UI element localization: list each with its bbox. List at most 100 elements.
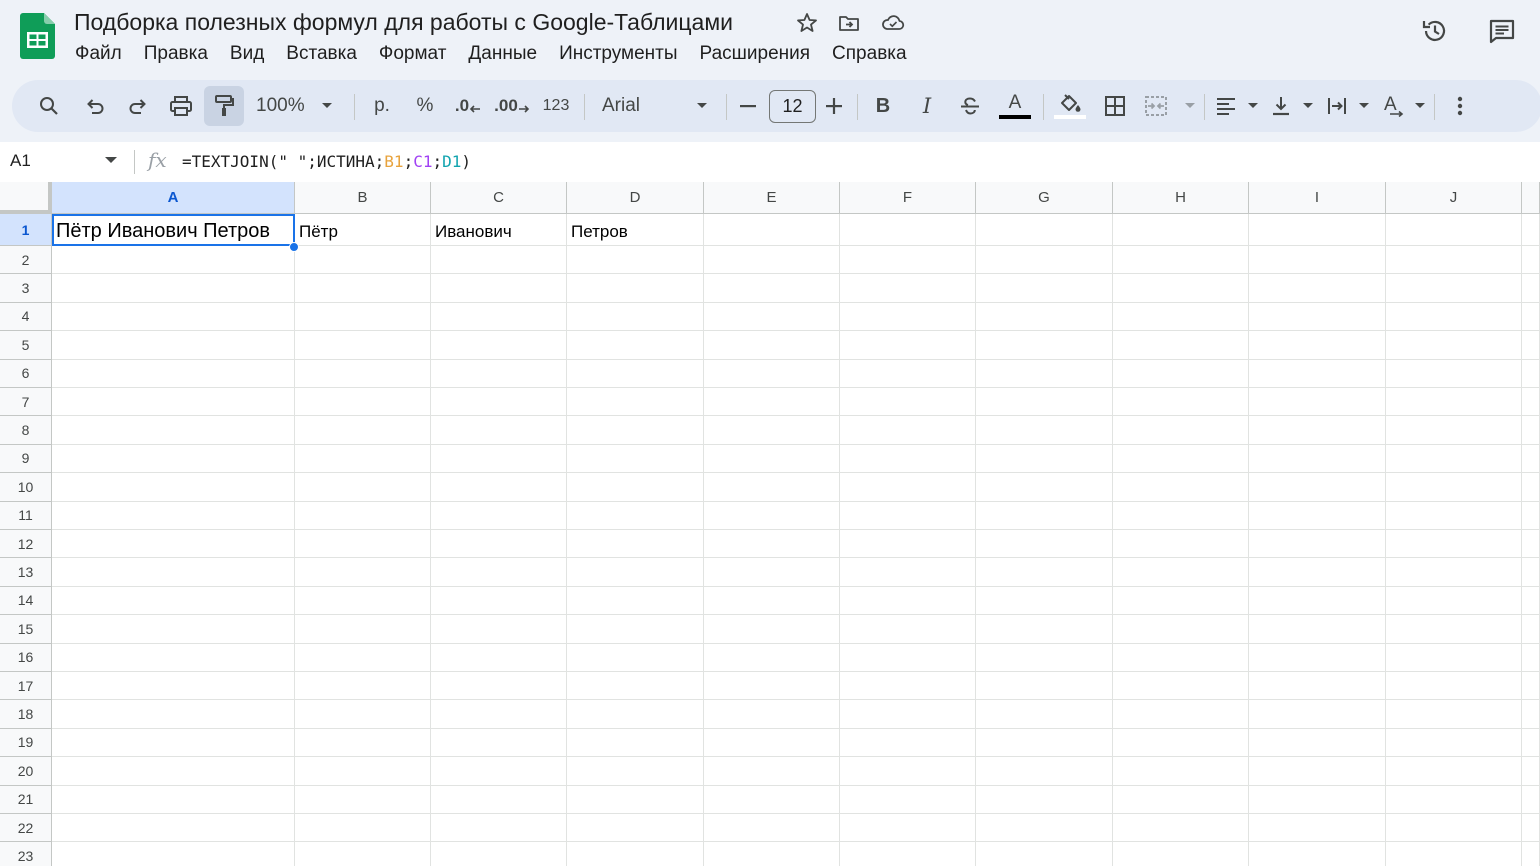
cell-j2[interactable] <box>1386 246 1522 275</box>
cell-e18[interactable] <box>704 700 840 729</box>
cell-d16[interactable] <box>567 643 704 672</box>
cell-g6[interactable] <box>976 359 1113 388</box>
cell-e6[interactable] <box>704 359 840 388</box>
cell-a11[interactable] <box>52 501 295 530</box>
cell-g18[interactable] <box>976 700 1113 729</box>
cell-j21[interactable] <box>1386 785 1522 814</box>
cell-f1[interactable] <box>840 214 976 246</box>
comments-icon[interactable] <box>1485 14 1519 48</box>
cell-d14[interactable] <box>567 586 704 616</box>
menu-data[interactable]: Данные <box>457 40 548 68</box>
cell-g16[interactable] <box>976 643 1113 672</box>
cell-d1[interactable]: Петров <box>567 214 704 246</box>
cell-a7[interactable] <box>52 388 295 417</box>
cell-b14[interactable] <box>295 586 431 616</box>
cell-h23[interactable] <box>1113 842 1249 866</box>
fill-handle[interactable] <box>289 242 299 252</box>
cell-f13[interactable] <box>840 558 976 587</box>
cell-b9[interactable] <box>295 444 431 474</box>
cell-e1[interactable] <box>704 214 840 246</box>
cell-h20[interactable] <box>1113 757 1249 786</box>
cell-c2[interactable] <box>431 246 567 275</box>
cell-e2[interactable] <box>704 246 840 275</box>
cell-c16[interactable] <box>431 643 567 672</box>
cell-j3[interactable] <box>1386 274 1522 303</box>
cell-f9[interactable] <box>840 444 976 474</box>
column-header-g[interactable]: G <box>976 182 1113 214</box>
cell-g8[interactable] <box>976 416 1113 445</box>
cell-c17[interactable] <box>431 672 567 701</box>
cloud-status-icon[interactable] <box>880 10 906 36</box>
cell-d12[interactable] <box>567 530 704 559</box>
cell-b4[interactable] <box>295 302 431 332</box>
cell-k13[interactable] <box>1522 558 1540 587</box>
cell-b20[interactable] <box>295 757 431 786</box>
cell-i5[interactable] <box>1249 331 1386 360</box>
cell-j19[interactable] <box>1386 728 1522 758</box>
cell-g10[interactable] <box>976 473 1113 502</box>
increase-font-size-icon[interactable] <box>822 86 846 126</box>
horizontal-align-icon[interactable] <box>1215 86 1259 126</box>
cell-d6[interactable] <box>567 359 704 388</box>
font-size-input[interactable]: 12 <box>769 90 816 123</box>
cell-i4[interactable] <box>1249 302 1386 332</box>
cell-b1[interactable]: Пётр <box>295 214 431 246</box>
cell-f4[interactable] <box>840 302 976 332</box>
cell-a10[interactable] <box>52 473 295 502</box>
cell-b8[interactable] <box>295 416 431 445</box>
cell-j20[interactable] <box>1386 757 1522 786</box>
cell-h21[interactable] <box>1113 785 1249 814</box>
google-sheets-logo-icon[interactable] <box>20 13 55 59</box>
cell-a15[interactable] <box>52 615 295 644</box>
column-header-partial[interactable] <box>1522 182 1540 214</box>
borders-icon[interactable] <box>1100 86 1130 126</box>
cell-f19[interactable] <box>840 728 976 758</box>
merge-cells-icon[interactable] <box>1144 86 1196 126</box>
menu-insert[interactable]: Вставка <box>275 40 368 68</box>
cell-f8[interactable] <box>840 416 976 445</box>
cell-f21[interactable] <box>840 785 976 814</box>
cell-h11[interactable] <box>1113 501 1249 530</box>
cell-j15[interactable] <box>1386 615 1522 644</box>
cell-d3[interactable] <box>567 274 704 303</box>
cell-c19[interactable] <box>431 728 567 758</box>
column-header-f[interactable]: F <box>840 182 976 214</box>
cell-g22[interactable] <box>976 814 1113 843</box>
cell-d20[interactable] <box>567 757 704 786</box>
menu-help[interactable]: Справка <box>821 40 918 68</box>
cell-c7[interactable] <box>431 388 567 417</box>
cell-e11[interactable] <box>704 501 840 530</box>
cell-g5[interactable] <box>976 331 1113 360</box>
cell-b21[interactable] <box>295 785 431 814</box>
cell-d11[interactable] <box>567 501 704 530</box>
cell-b5[interactable] <box>295 331 431 360</box>
cell-a21[interactable] <box>52 785 295 814</box>
chevron-down-icon[interactable] <box>104 156 118 165</box>
cell-c8[interactable] <box>431 416 567 445</box>
cell-a1[interactable]: Пётр Иванович Петров <box>52 214 295 246</box>
cell-c4[interactable] <box>431 302 567 332</box>
cell-f17[interactable] <box>840 672 976 701</box>
cell-i10[interactable] <box>1249 473 1386 502</box>
cell-b10[interactable] <box>295 473 431 502</box>
paint-format-icon[interactable] <box>204 86 244 126</box>
cell-f20[interactable] <box>840 757 976 786</box>
cell-a14[interactable] <box>52 586 295 616</box>
cell-i17[interactable] <box>1249 672 1386 701</box>
cell-k19[interactable] <box>1522 728 1540 758</box>
strikethrough-icon[interactable] <box>956 86 984 126</box>
cell-i20[interactable] <box>1249 757 1386 786</box>
cell-j5[interactable] <box>1386 331 1522 360</box>
cell-j6[interactable] <box>1386 359 1522 388</box>
cell-c18[interactable] <box>431 700 567 729</box>
cell-e8[interactable] <box>704 416 840 445</box>
cell-a20[interactable] <box>52 757 295 786</box>
cell-c13[interactable] <box>431 558 567 587</box>
cell-j12[interactable] <box>1386 530 1522 559</box>
cell-g11[interactable] <box>976 501 1113 530</box>
cell-g2[interactable] <box>976 246 1113 275</box>
more-options-icon[interactable] <box>1447 86 1473 126</box>
cell-e14[interactable] <box>704 586 840 616</box>
row-header-23[interactable]: 23 <box>0 842 52 866</box>
cell-b16[interactable] <box>295 643 431 672</box>
